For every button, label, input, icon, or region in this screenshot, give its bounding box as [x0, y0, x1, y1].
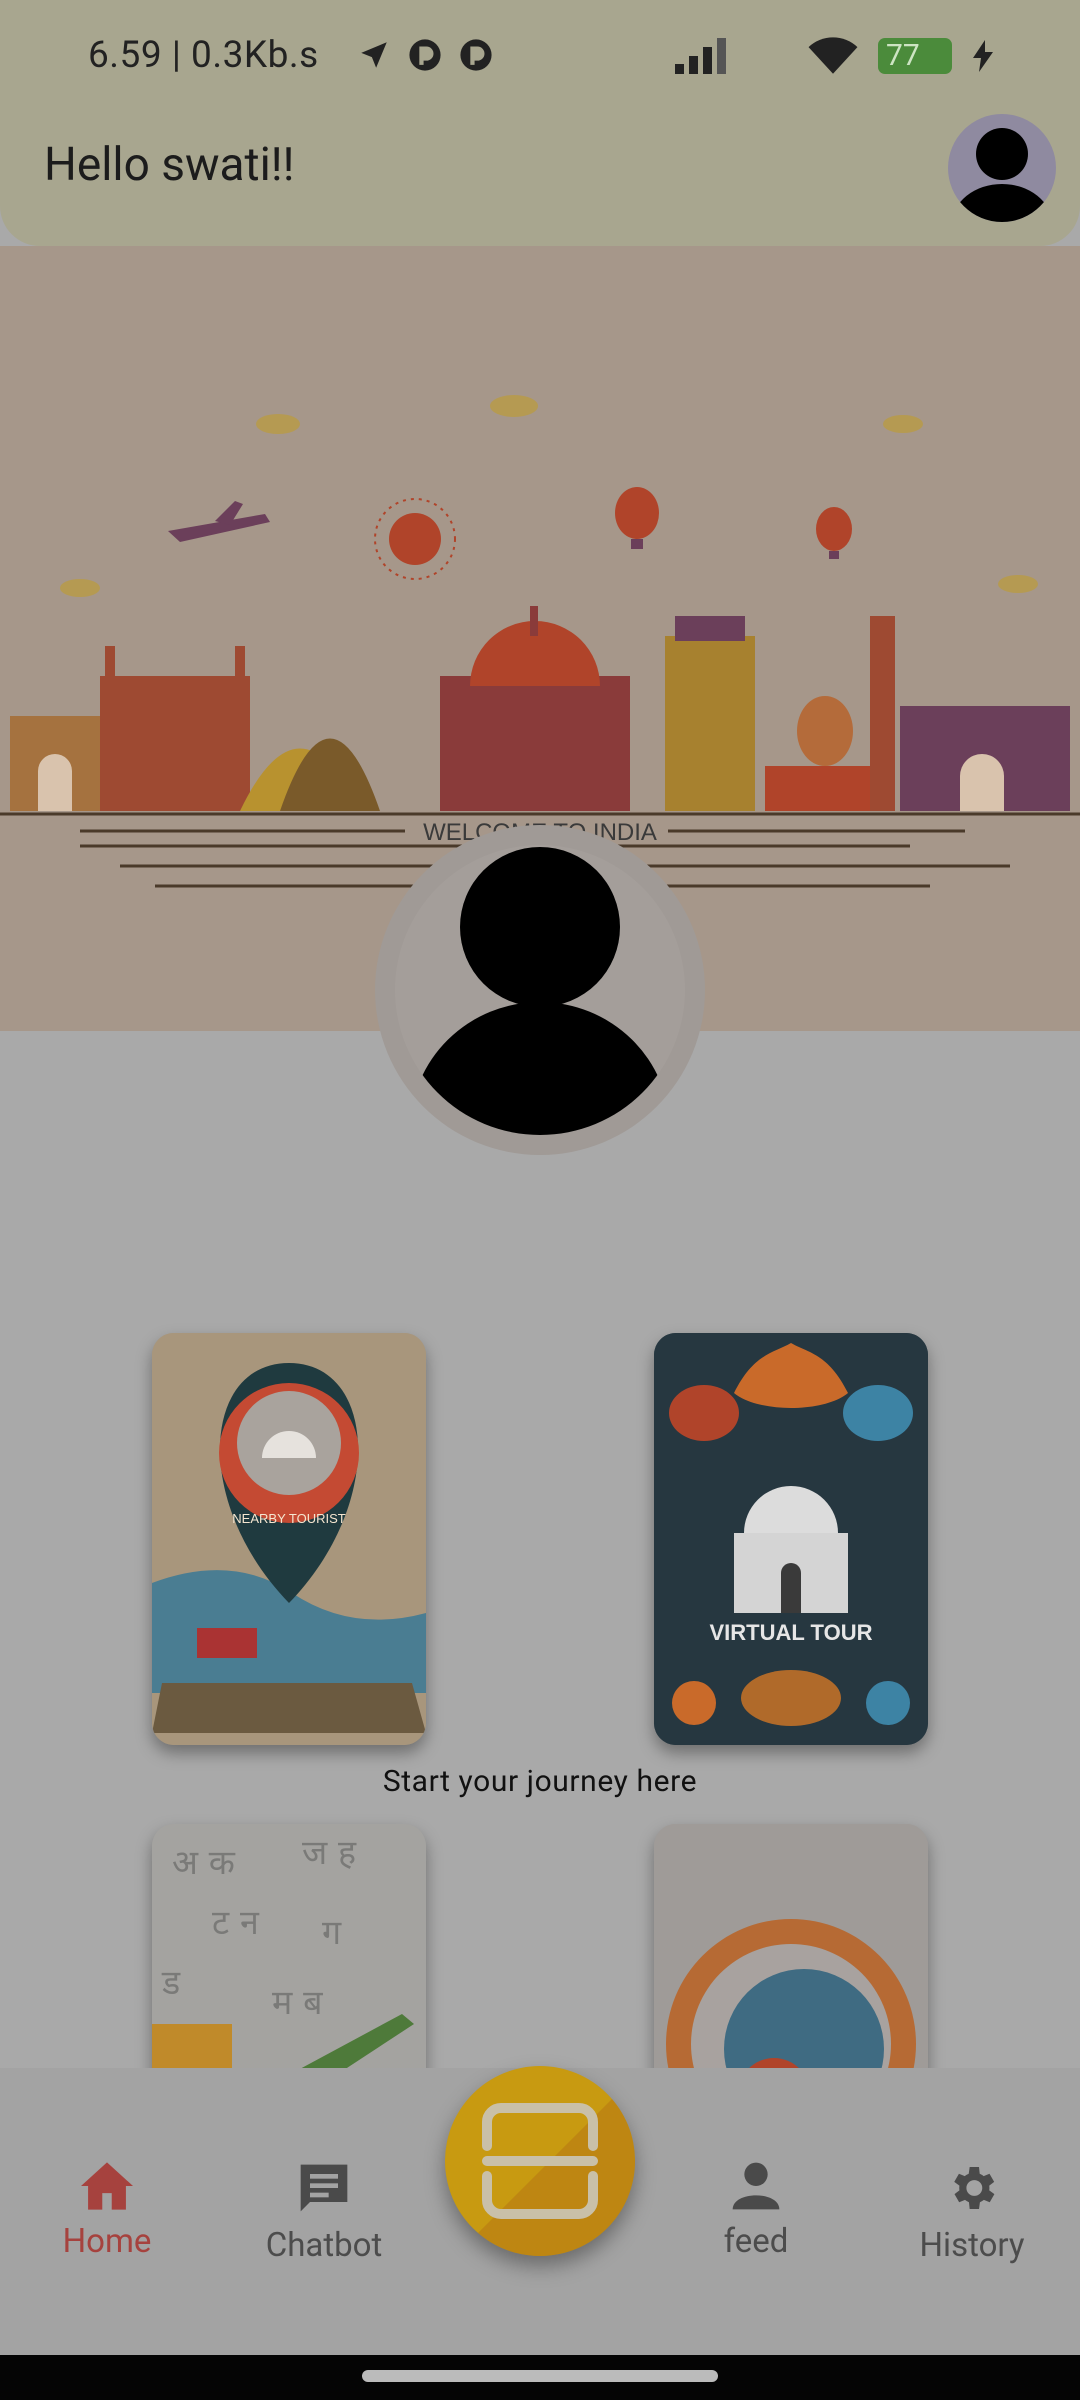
nav-history[interactable]: History — [882, 2160, 1062, 2265]
home-icon — [81, 2162, 133, 2210]
nav-chatbot[interactable]: Chatbot — [234, 2160, 414, 2265]
app-icon — [460, 39, 492, 71]
wifi-icon — [808, 37, 858, 74]
status-time: 6.59 | 0.3Kb.s — [88, 34, 319, 77]
svg-text:ड: ड — [161, 1963, 181, 2003]
svg-text:अ क: अ क — [172, 1843, 236, 1883]
nav-history-label: History — [919, 2226, 1025, 2265]
journey-caption: Start your journey here — [382, 1764, 698, 1799]
gear-icon — [954, 2167, 995, 2209]
nav-chatbot-label: Chatbot — [265, 2226, 383, 2265]
nearby-tourist-label: NEARBY TOURIST — [232, 1511, 345, 1526]
greeting-text: Hello swati!! — [44, 138, 295, 192]
battery-level: 77 — [886, 38, 920, 73]
charging-icon — [973, 40, 993, 72]
navigation-icon — [361, 42, 387, 68]
nearby-tourist-card[interactable]: NEARBY TOURIST — [152, 1333, 426, 1745]
person-icon — [410, 847, 670, 1135]
battery-icon: 77 — [878, 38, 952, 74]
top-header: 6.59 | 0.3Kb.s 77 Hello swati!! — [0, 0, 1080, 246]
svg-text:ज ह: ज ह — [302, 1833, 357, 1873]
nav-home-label: Home — [62, 2222, 152, 2261]
scan-fab-button[interactable] — [445, 2066, 635, 2256]
chat-icon — [300, 2164, 348, 2212]
nav-feed-label: feed — [723, 2222, 789, 2261]
virtual-tour-card[interactable]: VIRTUAL TOUR — [654, 1333, 928, 1745]
signal-icon — [675, 38, 726, 74]
home-gesture-handle[interactable] — [362, 2370, 718, 2382]
nav-home[interactable]: Home — [17, 2160, 197, 2261]
plane-illustration — [168, 501, 270, 542]
app-icon — [409, 39, 441, 71]
nav-feed[interactable]: feed — [666, 2160, 846, 2261]
svg-text:ट न: ट न — [212, 1903, 260, 1943]
profile-avatar-button[interactable] — [948, 114, 1056, 222]
profile-photo[interactable] — [395, 845, 685, 1135]
india-skyline — [10, 606, 1070, 811]
svg-text:म ब: म ब — [272, 1983, 323, 2023]
person-icon — [952, 128, 1052, 222]
person-icon — [732, 2162, 780, 2210]
svg-text:ग: ग — [322, 1913, 342, 1953]
virtual-tour-label: VIRTUAL TOUR — [710, 1620, 873, 1645]
